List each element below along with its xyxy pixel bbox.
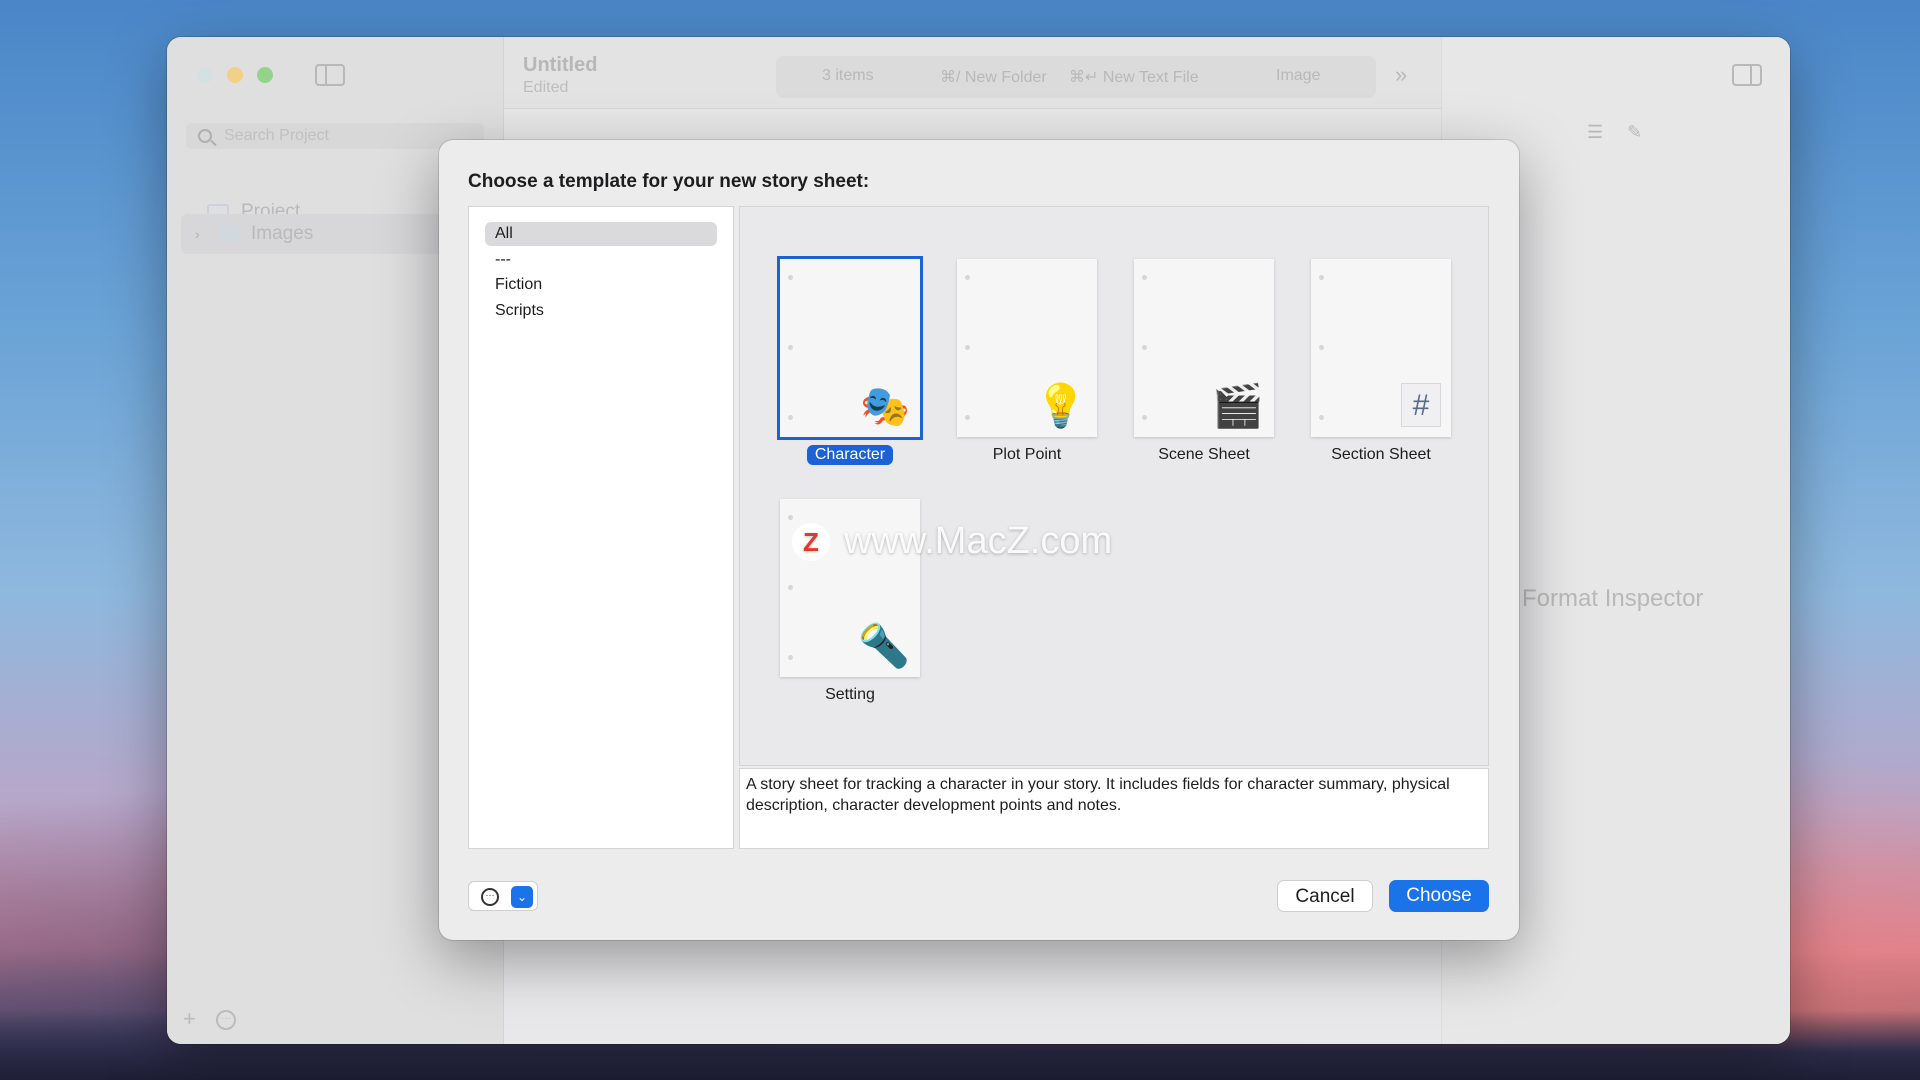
choose-button[interactable]: Choose <box>1389 880 1489 912</box>
action-menu-button[interactable]: ··· ⌄ <box>468 881 538 911</box>
dialog-title: Choose a template for your new story she… <box>468 171 870 192</box>
template-thumbnail[interactable]: 💡 <box>957 259 1097 437</box>
spotlight-icon: 🔦 <box>857 622 910 669</box>
ellipsis-circle-icon: ··· <box>481 888 499 906</box>
template-label: Scene Sheet <box>1158 446 1250 463</box>
template-thumbnail[interactable]: 🎭 <box>777 256 923 440</box>
theater-masks-icon: 🎭 <box>860 385 910 429</box>
template-label: Character <box>806 445 894 465</box>
template-scene-sheet[interactable]: 🎬 Scene Sheet <box>1124 259 1284 465</box>
watermark-logo: Z <box>792 522 830 561</box>
template-thumbnail[interactable]: 🎬 <box>1134 259 1274 437</box>
category-item-all[interactable]: All <box>485 222 717 246</box>
template-label: Setting <box>825 686 875 703</box>
watermark: Z www.MacZ.com <box>792 520 1112 563</box>
hash-icon: # <box>1401 383 1441 427</box>
template-grid: 🎭 Character 💡 Plot Point 🎬 Scene Sheet #… <box>739 206 1489 766</box>
template-description: A story sheet for tracking a character i… <box>739 768 1489 849</box>
template-character[interactable]: 🎭 Character <box>770 256 930 465</box>
light-bulb-icon: 💡 <box>1034 382 1087 429</box>
category-item-fiction[interactable]: Fiction <box>485 273 717 297</box>
chevron-down-icon[interactable]: ⌄ <box>511 886 533 908</box>
template-section-sheet[interactable]: # Section Sheet <box>1301 259 1461 465</box>
template-thumbnail[interactable]: # <box>1311 259 1451 437</box>
category-list: All --- Fiction Scripts <box>468 206 734 849</box>
watermark-text: www.MacZ.com <box>844 520 1113 562</box>
clapperboard-icon: 🎬 <box>1211 382 1264 429</box>
template-plot-point[interactable]: 💡 Plot Point <box>947 259 1107 465</box>
template-label: Plot Point <box>992 446 1062 463</box>
category-item-separator[interactable]: --- <box>485 248 717 272</box>
template-label: Section Sheet <box>1331 446 1431 463</box>
cancel-button[interactable]: Cancel <box>1277 880 1373 912</box>
category-item-scripts[interactable]: Scripts <box>485 299 717 323</box>
